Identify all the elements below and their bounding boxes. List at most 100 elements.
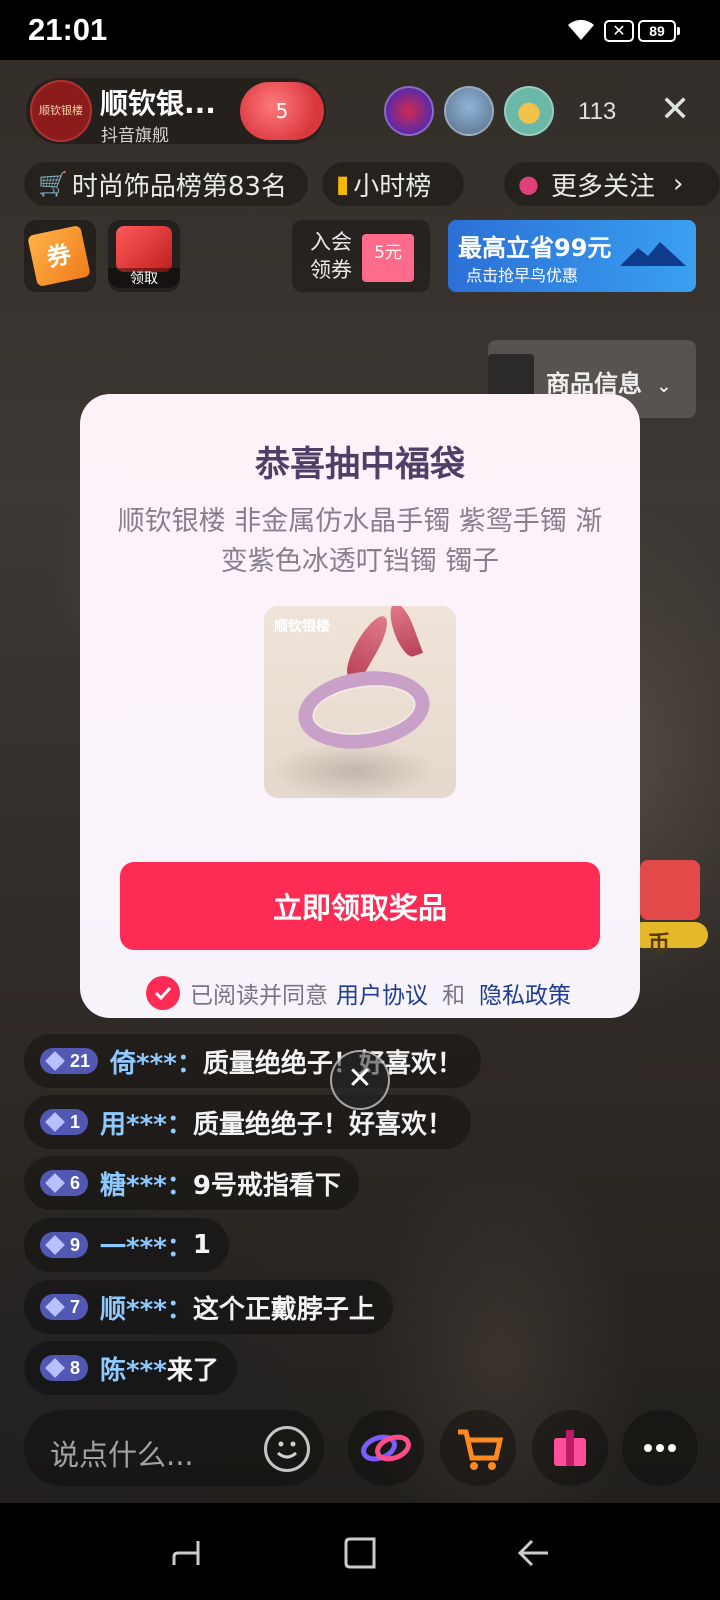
link-button[interactable]: [348, 1410, 424, 1486]
gem-icon: [45, 1358, 65, 1378]
comment-user[interactable]: 糖***：: [100, 1165, 193, 1202]
agreement-row: 已阅读并同意 用户协议 和 隐私政策: [146, 976, 571, 1010]
anchor-avatar[interactable]: 顺钦银楼: [30, 80, 92, 142]
prize-image: 顺钦银楼: [264, 606, 456, 798]
comment-user[interactable]: 顺***：: [100, 1289, 193, 1326]
back-nav-icon[interactable]: [516, 1535, 552, 1571]
chevron-right-icon: ›: [672, 169, 684, 199]
level-badge: 1: [40, 1109, 89, 1135]
privacy-policy-link[interactable]: 隐私政策: [479, 976, 571, 1010]
close-live-button[interactable]: ✕: [660, 92, 690, 128]
red-envelope-icon: [116, 226, 172, 272]
comment-item[interactable]: 1 用***： 质量绝绝子！好喜欢！: [24, 1095, 471, 1149]
like-count: 5: [275, 99, 289, 123]
gem-icon: [45, 1173, 65, 1193]
emoji-icon[interactable]: [264, 1426, 310, 1472]
comment-item[interactable]: 6 糖***： 9号戒指看下: [24, 1156, 359, 1210]
viewer-avatar[interactable]: [444, 86, 494, 136]
close-dialog-button[interactable]: ✕: [330, 1050, 390, 1110]
join-member-coupon[interactable]: 入会 领券 5元: [292, 220, 430, 292]
follow-icon: ●: [518, 170, 539, 198]
viewer-count[interactable]: 113: [578, 98, 616, 126]
bar-chart-icon: ▮: [336, 170, 350, 198]
gem-icon: [45, 1112, 65, 1132]
level-badge: 8: [40, 1355, 89, 1381]
comment-user[interactable]: 陈***: [100, 1350, 167, 1387]
user-agreement-link[interactable]: 用户协议: [336, 976, 428, 1010]
viewer-avatar[interactable]: [384, 86, 434, 136]
comment-item[interactable]: 8 陈*** 来了: [24, 1341, 237, 1395]
claim-prize-button[interactable]: 立即领取奖品: [120, 862, 600, 950]
gem-icon: [45, 1297, 65, 1317]
link-icon: [361, 1434, 411, 1462]
more-follow-label: 更多关注: [550, 171, 655, 202]
more-follow-chip[interactable]: ● 更多关注 ›: [504, 162, 720, 206]
comment-item[interactable]: 21 倚***： 质量绝绝子！好喜欢！: [24, 1034, 481, 1088]
level-badge: 6: [40, 1170, 89, 1196]
cart-icon: 🛒: [38, 170, 68, 198]
comment-text: 质量绝绝子！好喜欢！: [192, 1109, 453, 1140]
status-time: 21:01: [28, 12, 108, 47]
comment-text: 这个正戴脖子上: [192, 1294, 375, 1325]
recents-nav-icon[interactable]: [168, 1535, 204, 1571]
side-gift-label: 币: [648, 932, 671, 957]
system-nav-bar: [0, 1503, 720, 1600]
member-line2: 领券: [310, 258, 352, 282]
level-number: 1: [70, 1111, 81, 1132]
dialog-title: 恭喜抽中福袋: [254, 445, 465, 485]
level-badge: 9: [40, 1232, 89, 1258]
no-sim-icon: ✕: [604, 20, 634, 42]
fan-club-heart-button[interactable]: 5: [240, 82, 324, 140]
hourly-rank-label: 小时榜: [353, 171, 432, 202]
home-nav-icon[interactable]: [342, 1535, 378, 1571]
battery-icon: 89: [638, 20, 680, 42]
anchor-subtitle: 抖音旗舰: [101, 126, 169, 146]
coupon-button[interactable]: 券: [24, 220, 96, 292]
gift-button[interactable]: [532, 1410, 608, 1486]
rank-label: 时尚饰品榜第83名: [71, 171, 287, 202]
rank-chip[interactable]: 🛒 时尚饰品榜第83名: [24, 162, 308, 206]
level-badge: 7: [40, 1294, 89, 1320]
status-bar: 21:01 ✕ 89: [0, 0, 720, 60]
promo-banner[interactable]: 最高立省99元 点击抢早鸟优惠: [448, 220, 696, 292]
wifi-icon: [568, 19, 594, 40]
level-badge: 21: [40, 1048, 99, 1074]
comment-user[interactable]: 用***：: [100, 1104, 193, 1141]
member-text: 入会 领券: [310, 228, 352, 284]
more-icon: [644, 1444, 676, 1452]
member-coupon-tag: 5元: [362, 234, 414, 282]
level-number: 7: [70, 1296, 81, 1317]
anchor-name[interactable]: 顺钦银...: [100, 82, 216, 122]
comment-text: 来了: [166, 1355, 219, 1386]
cart-icon: [458, 1429, 504, 1470]
more-button[interactable]: [622, 1410, 698, 1486]
hourly-rank-chip[interactable]: ▮ 小时榜: [322, 162, 464, 206]
coupon-icon: 券: [27, 224, 91, 288]
level-number: 21: [70, 1050, 91, 1071]
comment-user[interactable]: 倚***：: [110, 1043, 203, 1080]
comment-text: 9号戒指看下: [192, 1170, 341, 1201]
comment-user[interactable]: 一***：: [100, 1227, 193, 1264]
promo-subtitle: 点击抢早鸟优惠: [466, 266, 579, 285]
viewer-avatar[interactable]: [504, 86, 554, 136]
comment-item[interactable]: 7 顺***： 这个正戴脖子上: [24, 1280, 393, 1334]
promo-title: 最高立省99元: [458, 234, 612, 262]
level-number: 6: [70, 1172, 81, 1193]
chevron-down-icon: ⌄: [656, 376, 672, 397]
decor-leaf: [385, 606, 423, 660]
gem-icon: [45, 1235, 65, 1255]
comment-text: 1: [192, 1230, 211, 1260]
level-number: 9: [70, 1234, 81, 1255]
shopping-cart-button[interactable]: [440, 1410, 516, 1486]
member-line1: 入会: [310, 230, 352, 254]
claim-coupon-button[interactable]: 领取: [108, 220, 180, 292]
gift-icon: [554, 1430, 586, 1466]
gem-icon: [45, 1051, 65, 1071]
prize-description: 顺钦银楼 非金属仿水晶手镯 紫鸳手镯 渐变紫色冰透叮铛镯 镯子: [117, 506, 603, 577]
agree-checkbox[interactable]: [146, 976, 180, 1010]
comment-item[interactable]: 9 一***： 1: [24, 1218, 229, 1272]
comment-placeholder: 说点什么...: [50, 1438, 194, 1472]
lucky-bag-dialog: 恭喜抽中福袋 顺钦银楼 非金属仿水晶手镯 紫鸳手镯 渐变紫色冰透叮铛镯 镯子 顺…: [80, 394, 640, 1018]
bangle-image: [293, 663, 435, 757]
mountain-logo-icon: [620, 242, 686, 266]
